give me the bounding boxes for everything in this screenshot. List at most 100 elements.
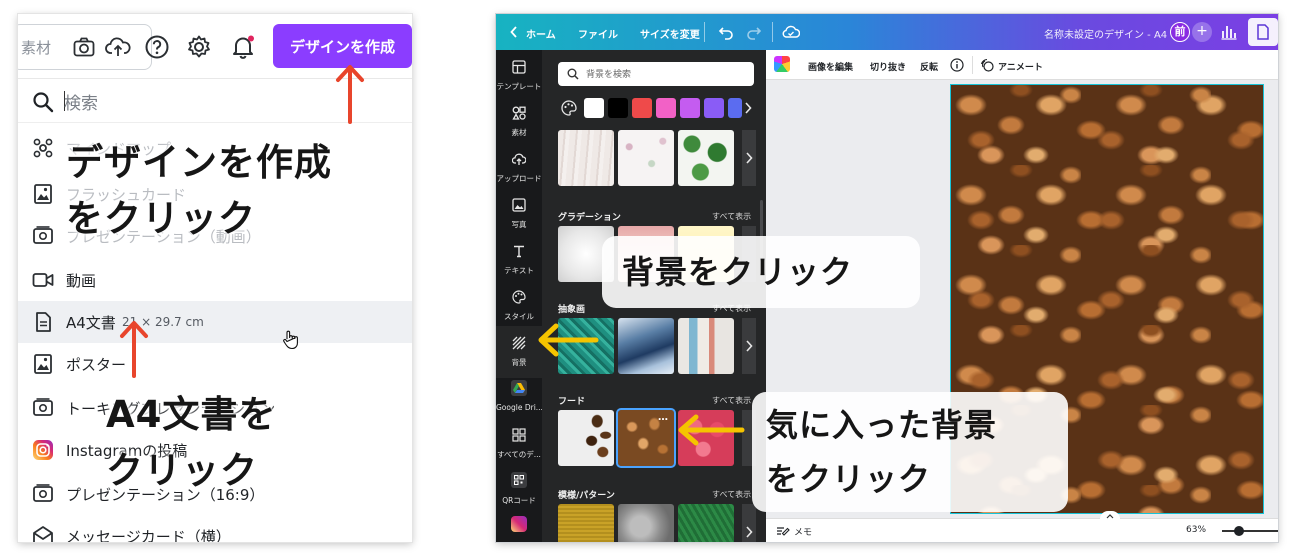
sidebar-label: 写真	[511, 220, 527, 229]
background-thumbnail[interactable]	[558, 410, 614, 466]
undo-icon[interactable]	[718, 24, 734, 40]
sidebar-label: アップロード	[496, 174, 542, 183]
sidebar-item-templates[interactable]: テンプレート	[496, 50, 542, 102]
see-all-link[interactable]: すべて表示	[712, 211, 751, 222]
editor-topbar: ホーム ファイル サイズを変更 名称未設定のデザイン - A4 前 +	[496, 14, 1278, 50]
cloud-upload-icon[interactable]	[105, 36, 131, 58]
color-swatch-red[interactable]	[632, 98, 652, 118]
poster-icon	[34, 354, 52, 374]
color-swatch-magenta[interactable]	[680, 98, 700, 118]
help-icon[interactable]	[144, 34, 170, 60]
scroll-right-button[interactable]	[742, 504, 756, 542]
menu-item-label: 動画	[66, 272, 97, 290]
camera-icon[interactable]	[73, 37, 95, 57]
all-designs-icon	[512, 428, 526, 442]
background-thumbnail-pecans-selected[interactable]: …	[616, 408, 676, 468]
sidebar-item-qr-code[interactable]: QRコード	[496, 464, 542, 516]
envelope-icon	[33, 526, 53, 542]
search-pill[interactable]: 素材	[18, 24, 152, 70]
menu-item-video[interactable]: 動画	[18, 259, 412, 301]
sidebar-item-text[interactable]: テキスト	[496, 234, 542, 286]
see-all-link[interactable]: すべて表示	[712, 395, 751, 406]
photo-icon	[512, 198, 526, 212]
background-thumbnail[interactable]	[678, 504, 734, 542]
info-icon[interactable]	[950, 58, 964, 72]
color-swatch-purple[interactable]	[704, 98, 724, 118]
zoom-slider[interactable]	[1222, 530, 1278, 532]
home-link[interactable]: ホーム	[526, 26, 556, 41]
bell-icon[interactable]	[230, 34, 256, 60]
scroll-right-button[interactable]	[742, 130, 756, 186]
resize-menu[interactable]: サイズを変更	[640, 26, 700, 41]
color-swatch-black[interactable]	[608, 98, 628, 118]
notes-icon[interactable]	[776, 525, 790, 537]
instagram-icon[interactable]	[511, 516, 527, 532]
redo-icon[interactable]	[746, 24, 762, 40]
background-thumbnail[interactable]	[558, 504, 614, 542]
zoom-level[interactable]: 63%	[1186, 525, 1206, 535]
sidebar-item-elements[interactable]: 素材	[496, 96, 542, 148]
sidebar-item-all-designs[interactable]: すべてのデ...	[496, 418, 542, 470]
see-all-link[interactable]: すべて表示	[712, 489, 751, 500]
add-collaborator-button[interactable]: +	[1192, 22, 1212, 42]
sidebar-label: 素材	[511, 128, 527, 137]
sidebar-item-uploads[interactable]: アップロード	[496, 142, 542, 194]
instruction-a4-line2: クリック	[106, 449, 258, 492]
more-options-icon[interactable]: …	[658, 412, 668, 423]
instruction-favorite-background: 気に入った背景 をクリック	[752, 392, 1068, 512]
presentation-icon	[33, 398, 53, 416]
document-title[interactable]: 名称未設定のデザイン - A4	[1044, 26, 1167, 41]
expand-pages-button[interactable]	[1100, 511, 1120, 521]
gear-icon[interactable]	[186, 34, 212, 60]
edit-image-button[interactable]: 画像を編集	[808, 60, 853, 73]
chevron-right-icon	[746, 152, 753, 164]
chevron-right-icon[interactable]	[744, 102, 752, 114]
color-swatch-blue[interactable]	[728, 98, 742, 118]
background-thumbnail[interactable]	[618, 318, 674, 374]
search-pill-text: 素材	[21, 39, 52, 57]
color-picker-icon[interactable]	[774, 56, 790, 72]
menu-item-poster[interactable]: ポスター	[18, 343, 412, 385]
file-menu[interactable]: ファイル	[578, 26, 618, 41]
background-thumbnail[interactable]	[678, 130, 734, 186]
background-search-input[interactable]: 背景を検索	[558, 62, 754, 86]
hand-cursor-icon	[283, 330, 298, 350]
analytics-icon[interactable]	[1220, 23, 1238, 41]
sidebar-item-photos[interactable]: 写真	[496, 188, 542, 240]
chevron-right-icon	[746, 526, 753, 538]
mindmap-icon	[33, 138, 53, 158]
palette-icon[interactable]	[560, 99, 578, 117]
background-thumbnail[interactable]	[678, 318, 734, 374]
menu-item-message-card[interactable]: メッセージカード（横）	[18, 515, 412, 542]
background-thumbnail[interactable]	[618, 504, 674, 542]
chevron-left-icon[interactable]	[510, 26, 518, 38]
notes-button[interactable]: メモ	[794, 525, 812, 538]
background-thumbnail[interactable]	[618, 130, 674, 186]
menu-search-input[interactable]: 検索	[64, 89, 98, 114]
flip-button[interactable]: 反転	[920, 60, 938, 73]
cloud-saved-icon[interactable]	[782, 24, 800, 40]
google-drive-icon	[511, 380, 527, 396]
sidebar-item-google-drive[interactable]: Google Dri...	[496, 372, 542, 424]
template-icon	[512, 60, 526, 74]
animate-button[interactable]: アニメート	[998, 60, 1043, 73]
sidebar-label: テンプレート	[496, 82, 542, 91]
document-icon	[1257, 24, 1269, 40]
upload-icon	[512, 153, 526, 165]
zoom-slider-handle[interactable]	[1234, 526, 1244, 536]
menu-item-a4-document[interactable]: A4文書 21 × 29.7 cm	[18, 301, 412, 343]
style-icon	[512, 290, 526, 304]
crop-button[interactable]: 切り抜き	[870, 60, 906, 73]
scroll-right-button[interactable]	[742, 318, 756, 374]
share-button[interactable]	[1248, 18, 1278, 46]
presentation-video-icon	[33, 226, 53, 244]
background-thumbnail[interactable]	[558, 130, 614, 186]
color-swatch-white[interactable]	[584, 98, 604, 118]
avatar[interactable]: 前	[1170, 22, 1190, 42]
presentation-icon	[33, 484, 53, 502]
search-placeholder: 背景を検索	[586, 70, 632, 80]
search-icon	[567, 68, 579, 80]
color-swatch-pink[interactable]	[656, 98, 676, 118]
qr-code-icon	[511, 472, 527, 488]
arrow-up-icon	[120, 321, 148, 378]
